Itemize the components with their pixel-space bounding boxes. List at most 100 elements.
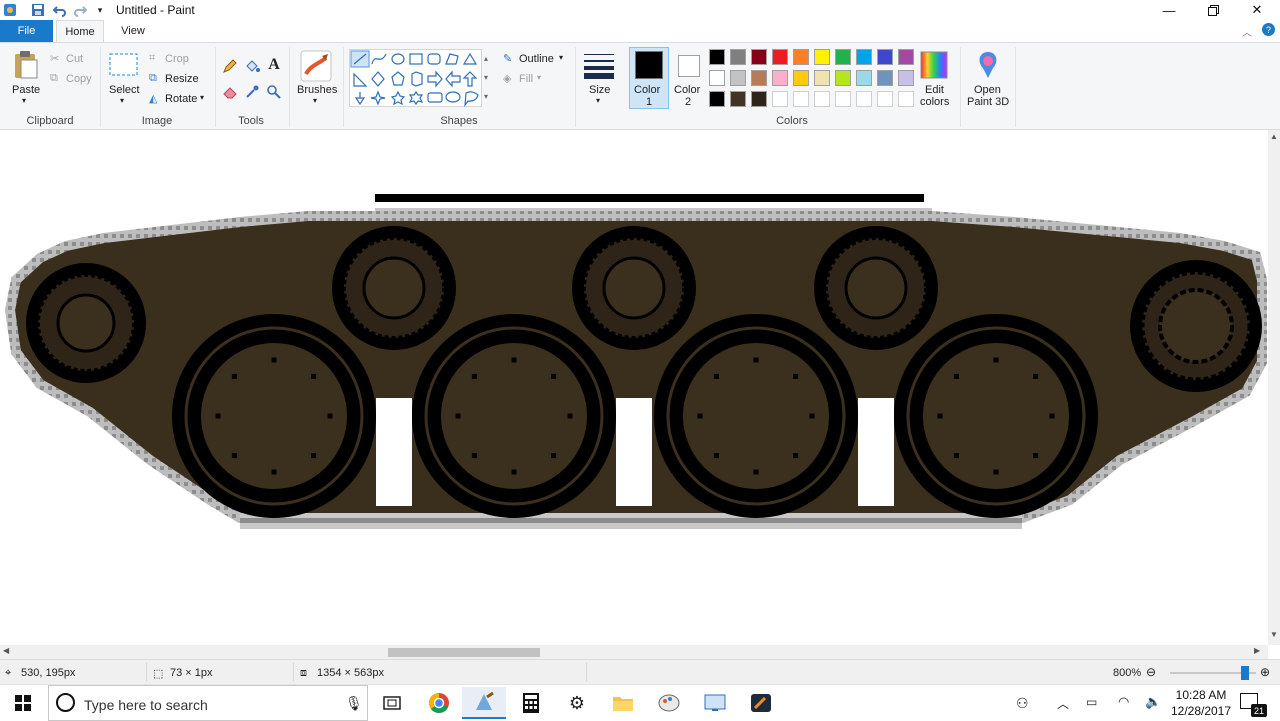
task-view-icon[interactable]	[370, 687, 414, 719]
calculator-icon[interactable]	[509, 687, 553, 719]
palette-swatch[interactable]	[709, 91, 725, 107]
eraser-icon[interactable]	[221, 83, 239, 101]
minimize-button[interactable]: —	[1146, 0, 1192, 20]
redo-icon[interactable]	[72, 2, 88, 18]
scroll-right-icon[interactable]: ▶	[1254, 646, 1260, 655]
palette-swatch[interactable]	[856, 91, 872, 107]
quick-access-dropdown-icon[interactable]: ▾	[92, 2, 108, 18]
paste-dropdown-icon[interactable]: ▾	[22, 96, 26, 105]
people-icon[interactable]: ⚇	[1016, 695, 1029, 712]
palette-swatch[interactable]	[856, 70, 872, 86]
shapes-scroll-icon[interactable]: ▴ ▾ ▾	[484, 49, 494, 107]
paint-app-icon[interactable]	[2, 2, 18, 18]
zoom-in-icon[interactable]: ⊕	[1260, 665, 1270, 679]
collapse-ribbon-icon[interactable]: ︿	[1242, 24, 1252, 39]
palette-swatch[interactable]	[898, 70, 914, 86]
vertical-scrollbar[interactable]: ▲ ▼	[1268, 130, 1280, 645]
shapes-gallery[interactable]	[349, 49, 482, 108]
paint3d-icon[interactable]	[973, 49, 1003, 81]
resize-button[interactable]: Resize	[165, 73, 199, 85]
close-button[interactable]: ✕	[1234, 0, 1280, 20]
restore-button[interactable]	[1190, 0, 1236, 20]
editor-app-icon[interactable]	[739, 687, 783, 719]
palette-swatch[interactable]	[814, 70, 830, 86]
palette-swatch[interactable]	[835, 91, 851, 107]
palette-swatch[interactable]	[814, 49, 830, 65]
scroll-left-icon[interactable]: ◀	[3, 646, 9, 655]
brushes-button[interactable]: Brushes	[297, 84, 337, 96]
color2-swatch[interactable]	[678, 55, 700, 77]
color1-swatch[interactable]	[635, 51, 663, 79]
cut-button[interactable]: Cut	[66, 53, 83, 65]
magnifier-icon[interactable]	[265, 83, 283, 101]
palette-swatch[interactable]	[835, 49, 851, 65]
crop-button[interactable]: Crop	[165, 53, 189, 65]
clock[interactable]: 10:28 AM 12/28/2017	[1166, 687, 1236, 719]
palette-swatch[interactable]	[730, 91, 746, 107]
canvas-workspace[interactable]	[0, 130, 1268, 645]
rotate-button[interactable]: Rotate	[165, 93, 197, 105]
size-icon[interactable]	[583, 51, 615, 81]
zoom-out-icon[interactable]: ⊖	[1146, 665, 1156, 679]
canvas-drawing[interactable]	[0, 130, 1268, 645]
select-icon[interactable]	[109, 52, 139, 78]
show-hidden-icons[interactable]: ︿	[1057, 695, 1069, 712]
paste-icon[interactable]	[12, 49, 40, 81]
palette-swatch[interactable]	[898, 91, 914, 107]
palette-swatch[interactable]	[835, 70, 851, 86]
edit-colors-icon[interactable]	[918, 49, 950, 81]
palette-swatch[interactable]	[730, 49, 746, 65]
select-dropdown-icon[interactable]: ▾	[120, 96, 124, 105]
scroll-down-icon[interactable]: ▼	[1270, 630, 1278, 639]
palette-swatch[interactable]	[751, 70, 767, 86]
palette-swatch[interactable]	[814, 91, 830, 107]
edit-colors-button[interactable]: Edit	[925, 84, 944, 96]
horizontal-scroll-thumb[interactable]	[388, 648, 540, 657]
brushes-dropdown-icon[interactable]: ▾	[313, 96, 317, 105]
palette-swatch[interactable]	[751, 91, 767, 107]
fill-bucket-icon[interactable]	[243, 57, 261, 75]
palette-swatch[interactable]	[856, 49, 872, 65]
palette-swatch[interactable]	[709, 70, 725, 86]
settings-gear-icon[interactable]: ⚙	[555, 687, 599, 719]
paint3d-button[interactable]: Open	[974, 84, 1001, 96]
palette-swatch[interactable]	[793, 91, 809, 107]
text-tool-icon[interactable]: A	[265, 56, 283, 74]
palette-swatch[interactable]	[877, 49, 893, 65]
color2-label[interactable]: Color	[674, 84, 700, 96]
battery-icon[interactable]: ▭	[1086, 695, 1097, 709]
size-dropdown-icon[interactable]: ▾	[596, 96, 600, 105]
help-icon[interactable]: ?	[1262, 23, 1275, 36]
file-explorer-icon[interactable]	[601, 687, 645, 719]
palette-swatch[interactable]	[730, 70, 746, 86]
palette-swatch[interactable]	[709, 49, 725, 65]
copy-button[interactable]: Copy	[66, 73, 92, 85]
microphone-icon[interactable]: 🎙	[345, 695, 363, 712]
palette-swatch[interactable]	[751, 49, 767, 65]
pencil-icon[interactable]	[221, 57, 239, 75]
tab-home[interactable]: Home	[56, 20, 104, 42]
zoom-slider-thumb[interactable]	[1241, 666, 1249, 680]
horizontal-scrollbar[interactable]: ◀ ▶	[0, 645, 1268, 659]
size-button[interactable]: Size	[589, 84, 610, 96]
screen-app-icon[interactable]	[693, 687, 737, 719]
save-icon[interactable]	[30, 2, 46, 18]
brushes-icon[interactable]	[299, 49, 333, 83]
color-picker-icon[interactable]	[243, 83, 261, 101]
palette-swatch[interactable]	[772, 70, 788, 86]
palette-swatch[interactable]	[898, 49, 914, 65]
palette-swatch[interactable]	[793, 49, 809, 65]
paint3d-taskbar-icon[interactable]	[647, 687, 691, 719]
palette-swatch[interactable]	[877, 70, 893, 86]
palette-swatch[interactable]	[772, 49, 788, 65]
chrome-icon[interactable]	[417, 687, 461, 719]
tab-file[interactable]: File	[0, 20, 53, 42]
palette-swatch[interactable]	[877, 91, 893, 107]
scroll-up-icon[interactable]: ▲	[1270, 132, 1278, 141]
paste-button[interactable]: Paste	[12, 84, 40, 96]
outline-dropdown-icon[interactable]: ▾	[559, 53, 563, 62]
outline-button[interactable]: Outline	[519, 53, 554, 65]
fill-button[interactable]: Fill	[519, 73, 533, 85]
start-button[interactable]	[0, 685, 46, 721]
palette-swatch[interactable]	[793, 70, 809, 86]
